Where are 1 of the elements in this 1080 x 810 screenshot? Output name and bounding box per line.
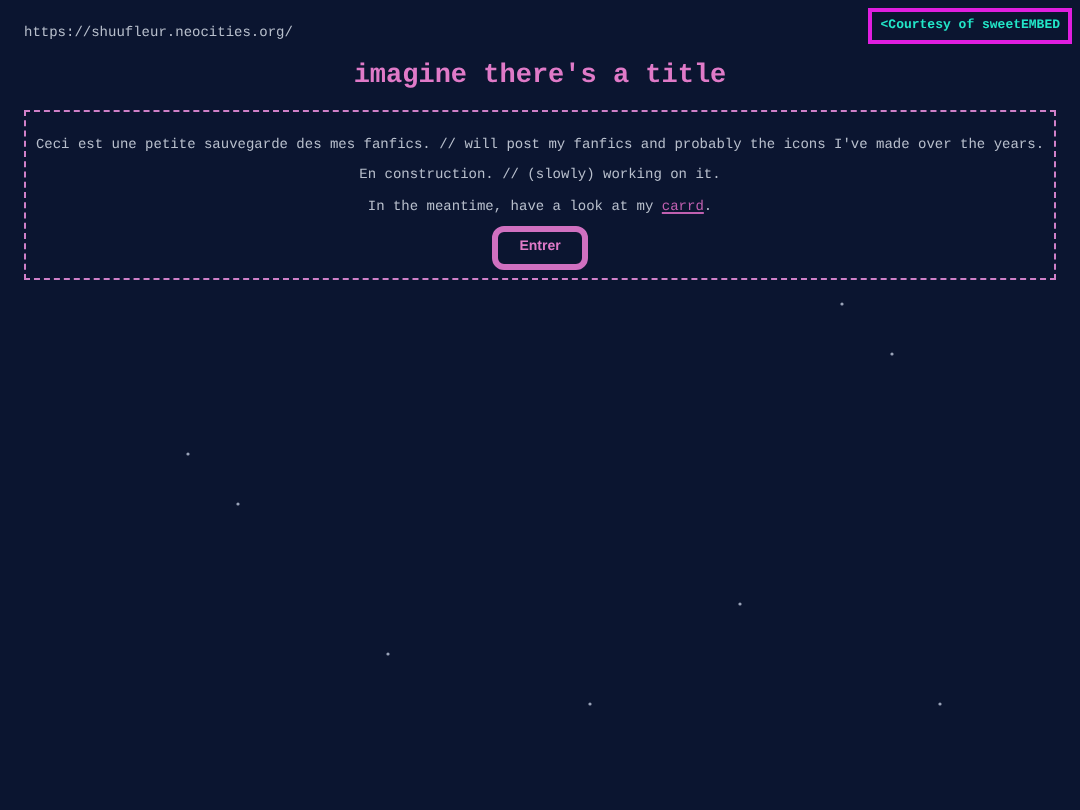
page-title: imagine there's a title [351,59,729,95]
